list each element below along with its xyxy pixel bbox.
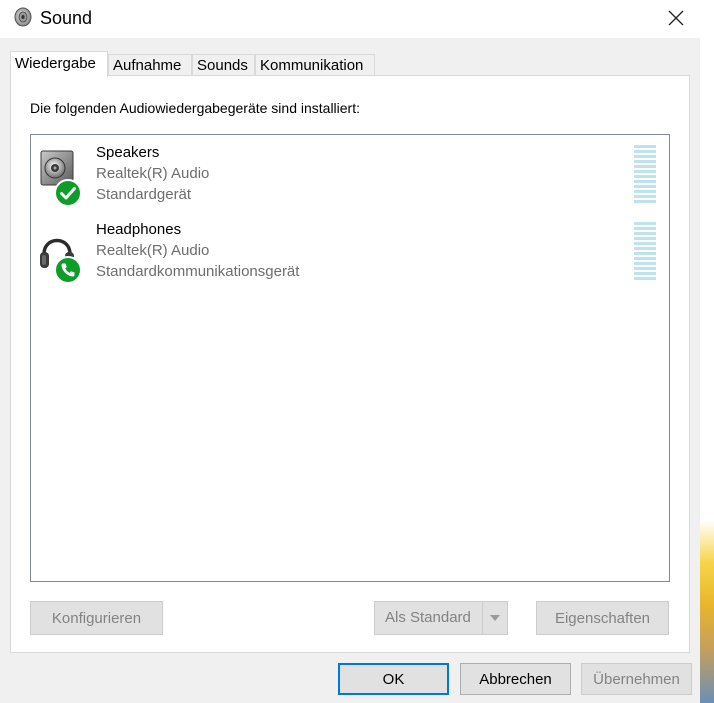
title-bar: Sound [0,0,700,38]
device-driver: Realtek(R) Audio [96,242,210,259]
tab-sounds[interactable]: Sounds [192,54,255,76]
properties-button[interactable]: Eigenschaften [536,601,669,635]
speaker-icon [14,7,32,27]
chevron-down-icon [490,615,500,621]
playback-description: Die folgenden Audiowiedergabegeräte sind… [30,100,360,116]
window-title: Sound [40,8,93,28]
device-status: Standardkommunikationsgerät [96,263,300,280]
device-driver: Realtek(R) Audio [96,165,210,182]
tab-kommunikation[interactable]: Kommunikation [255,54,375,76]
device-name: Speakers [96,144,160,161]
device-status: Standardgerät [96,186,192,203]
close-button[interactable] [655,4,697,32]
checkmark-icon [54,179,82,207]
ok-button[interactable]: OK [338,663,449,695]
tab-aufnahme[interactable]: Aufnahme [108,54,192,76]
level-meter [634,145,656,203]
cancel-button[interactable]: Abbrechen [460,663,571,695]
phone-icon [54,256,82,284]
device-headphones[interactable]: Headphones Realtek(R) Audio Standardkomm… [31,218,667,288]
device-speakers[interactable]: Speakers Realtek(R) Audio Standardgerät [31,141,667,211]
device-list[interactable]: Speakers Realtek(R) Audio Standardgerät [30,134,670,582]
apply-button[interactable]: Übernehmen [581,663,692,695]
set-default-button[interactable]: Als Standard [374,601,508,635]
playback-panel: Die folgenden Audiowiedergabegeräte sind… [10,75,690,653]
device-name: Headphones [96,221,182,238]
set-default-label: Als Standard [385,609,471,626]
close-icon [668,10,684,26]
desktop-background-strip [700,0,714,703]
level-meter [634,222,656,280]
tab-wiedergabe[interactable]: Wiedergabe [10,51,108,77]
set-default-dropdown[interactable] [482,602,507,634]
configure-button[interactable]: Konfigurieren [30,601,163,635]
